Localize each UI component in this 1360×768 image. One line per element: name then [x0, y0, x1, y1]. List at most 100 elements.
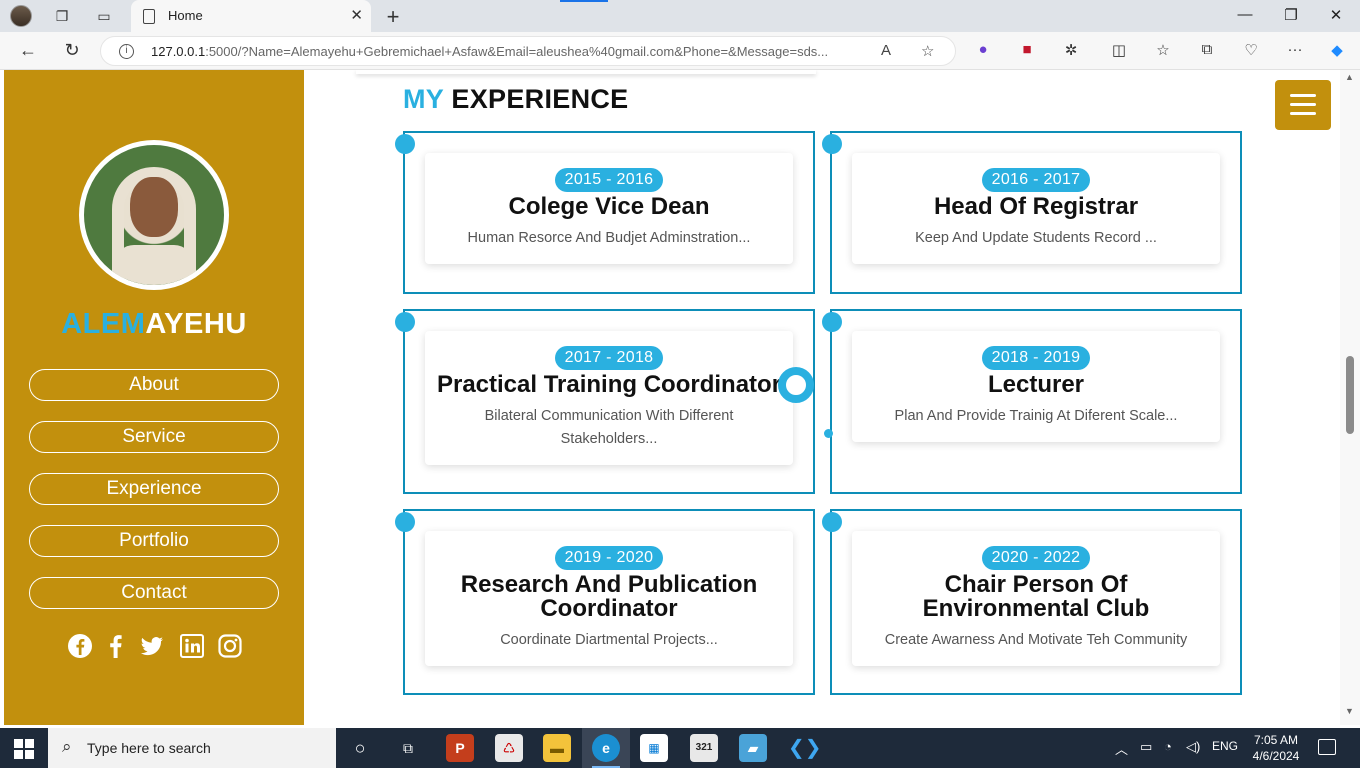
- experience-role: Head Of Registrar: [933, 193, 1139, 220]
- scroll-up-arrow-icon[interactable]: ▲: [1345, 72, 1354, 82]
- new-tab-icon[interactable]: +: [382, 4, 404, 30]
- back-icon[interactable]: ←: [17, 40, 39, 61]
- browser-essentials-icon[interactable]: ♡: [1241, 41, 1261, 61]
- experience-years-badge: 2016 - 2017: [981, 168, 1091, 192]
- loading-indicator: [560, 0, 608, 2]
- url-host: 127.0.0.1: [151, 44, 206, 59]
- close-window-icon[interactable]: ✕: [1326, 6, 1346, 24]
- battery-icon[interactable]: ▭: [1140, 739, 1152, 755]
- minimize-icon[interactable]: —: [1235, 6, 1255, 23]
- extensions-puzzle-icon[interactable]: ✲: [1061, 41, 1081, 61]
- clock-time: 7:05 AM: [1253, 733, 1299, 747]
- timeline-dot: [395, 134, 415, 154]
- close-tab-icon[interactable]: ✕: [350, 6, 363, 24]
- twitter-icon[interactable]: [138, 633, 166, 661]
- experience-years-badge: 2018 - 2019: [981, 346, 1091, 370]
- experience-description: Bilateral Communication With Different S…: [484, 408, 734, 447]
- experience-card-content: 2020 - 2022 Chair Person Of Environmenta…: [852, 531, 1220, 666]
- experience-card: 2020 - 2022 Chair Person Of Environmenta…: [822, 509, 1242, 695]
- cortana-icon[interactable]: ○: [346, 734, 374, 762]
- instagram-icon[interactable]: [216, 633, 244, 661]
- tab-actions-icon[interactable]: ▭: [94, 6, 114, 26]
- experience-years-badge: 2020 - 2022: [981, 546, 1091, 570]
- experience-description: Human Resorce And Budjet Adminstration..…: [467, 230, 751, 246]
- timeline-dot: [395, 512, 415, 532]
- brand-highlight: ALEM: [61, 308, 146, 340]
- experience-card-content: 2019 - 2020 Research And Publication Coo…: [425, 531, 793, 666]
- timeline-dot: [822, 134, 842, 154]
- site-info-icon[interactable]: i: [119, 44, 134, 59]
- more-menu-icon[interactable]: ···: [1285, 41, 1305, 61]
- split-screen-icon[interactable]: ◫: [1109, 41, 1129, 61]
- favorites-icon[interactable]: ☆: [1153, 41, 1173, 61]
- experience-card-content: 2015 - 2016 Colege Vice Dean Human Resor…: [425, 153, 793, 264]
- scroll-down-arrow-icon[interactable]: ▼: [1345, 706, 1354, 716]
- experience-role: Research And Publication Coordinator: [460, 571, 758, 622]
- hamburger-menu-button[interactable]: [1275, 80, 1331, 130]
- extension-purple-icon[interactable]: ●: [973, 41, 993, 61]
- experience-description: Coordinate Diartmental Projects...: [500, 632, 718, 648]
- recycle-app-icon[interactable]: ♺: [495, 734, 523, 762]
- refresh-icon[interactable]: ↻: [61, 40, 83, 61]
- brand-name: ALEMAYEHU: [4, 308, 304, 341]
- experience-description: Keep And Update Students Record ...: [915, 230, 1157, 246]
- wifi-icon[interactable]: ◔: [1164, 739, 1172, 754]
- photo-body: [114, 245, 194, 285]
- media-player-icon[interactable]: 321: [690, 734, 718, 762]
- powerpoint-icon[interactable]: P: [446, 734, 474, 762]
- extension-red-icon[interactable]: ■: [1017, 41, 1037, 61]
- experience-role: Colege Vice Dean: [508, 193, 710, 220]
- scrollbar-thumb[interactable]: [1346, 356, 1354, 434]
- file-explorer-icon[interactable]: ▬: [543, 734, 571, 762]
- linkedin-icon[interactable]: [178, 633, 206, 661]
- edge-browser-icon[interactable]: e: [592, 734, 620, 762]
- taskbar-clock[interactable]: 7:05 AM 4/6/2024: [1248, 732, 1304, 764]
- profile-photo: [79, 140, 229, 290]
- experience-description: Plan And Provide Trainig At Diferent Sca…: [894, 408, 1178, 424]
- virtualbox-icon[interactable]: ▰: [739, 734, 767, 762]
- tab-title: Home: [168, 8, 203, 23]
- nav-service-button[interactable]: Service: [29, 421, 279, 453]
- windows-start-icon[interactable]: [14, 739, 34, 759]
- url-text[interactable]: 127.0.0.1:5000/?Name=Alemayehu+Gebremich…: [151, 44, 871, 59]
- page-viewport: ALEMAYEHU About Service Experience Portf…: [0, 70, 1360, 725]
- page-scrollbar[interactable]: ▲ ▼: [1340, 70, 1360, 725]
- workspaces-icon[interactable]: ❐: [52, 6, 72, 26]
- notifications-icon[interactable]: [1318, 739, 1336, 755]
- collections-icon[interactable]: ⧉: [1197, 41, 1217, 61]
- tab-home[interactable]: Home ✕: [131, 0, 371, 32]
- nav-experience-button[interactable]: Experience: [29, 473, 279, 505]
- search-placeholder: Type here to search: [87, 740, 211, 756]
- taskbar-search-box[interactable]: ⌕ Type here to search: [48, 728, 336, 768]
- favorite-star-icon[interactable]: ☆: [921, 42, 934, 60]
- copilot-icon[interactable]: ◆: [1327, 41, 1347, 61]
- experience-card: 2015 - 2016 Colege Vice Dean Human Resor…: [395, 131, 815, 294]
- task-view-icon[interactable]: ⧉: [394, 734, 422, 762]
- facebook-icon[interactable]: [102, 633, 130, 661]
- sidebar: ALEMAYEHU About Service Experience Portf…: [4, 70, 304, 725]
- experience-years-badge: 2015 - 2016: [554, 168, 664, 192]
- language-indicator[interactable]: ENG: [1212, 739, 1238, 753]
- read-aloud-icon[interactable]: A: [881, 42, 891, 59]
- nav-portfolio-button[interactable]: Portfolio: [29, 525, 279, 557]
- show-hidden-icons-icon[interactable]: ︿: [1115, 739, 1128, 758]
- nav-about-button[interactable]: About: [29, 369, 279, 401]
- facebook-circle-icon[interactable]: [66, 633, 94, 661]
- timeline-dot: [395, 312, 415, 332]
- experience-card: 2019 - 2020 Research And Publication Coo…: [395, 509, 815, 695]
- vscode-icon[interactable]: ❮❯: [788, 734, 822, 762]
- experience-card-content: 2017 - 2018 Practical Training Coordinat…: [425, 331, 793, 465]
- restore-icon[interactable]: ❐: [1281, 6, 1301, 24]
- nav-contact-button[interactable]: Contact: [29, 577, 279, 609]
- experience-years-badge: 2019 - 2020: [554, 546, 664, 570]
- experience-years-badge: 2017 - 2018: [554, 346, 664, 370]
- title-highlight: MY: [403, 84, 444, 114]
- volume-icon[interactable]: ◁): [1186, 739, 1200, 755]
- brand-rest: AYEHU: [145, 308, 247, 340]
- timeline-dot: [822, 312, 842, 332]
- profile-avatar-icon[interactable]: [10, 5, 32, 27]
- address-bar[interactable]: i 127.0.0.1:5000/?Name=Alemayehu+Gebremi…: [100, 36, 956, 66]
- experience-card: 2016 - 2017 Head Of Registrar Keep And U…: [822, 131, 1242, 294]
- search-icon: ⌕: [62, 737, 72, 756]
- microsoft-store-icon[interactable]: ▦: [640, 734, 668, 762]
